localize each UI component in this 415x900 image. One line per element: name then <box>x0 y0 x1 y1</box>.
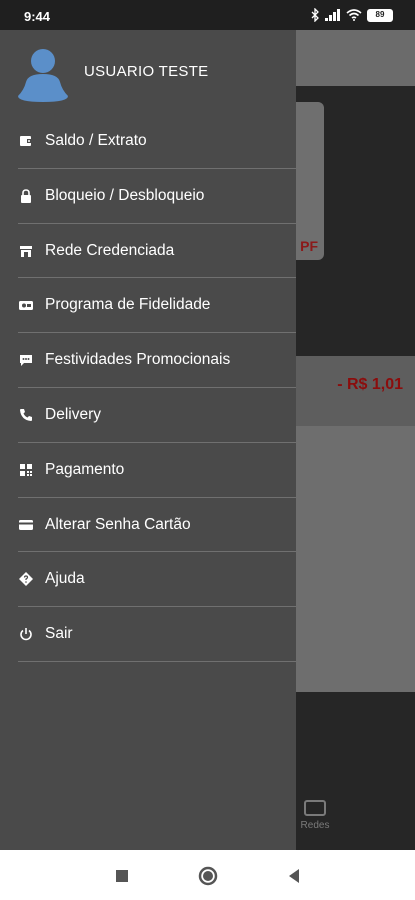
menu-item-rede-credenciada[interactable]: Rede Credenciada <box>18 224 296 279</box>
wallet-icon <box>20 136 32 146</box>
bluetooth-icon <box>311 8 319 22</box>
user-name: USUARIO TESTE <box>84 63 209 80</box>
navigation-drawer: USUARIO TESTE Saldo / Extrato Bloqueio /… <box>0 30 296 850</box>
loyalty-icon <box>19 301 33 311</box>
system-navigation-bar <box>0 850 415 900</box>
menu-item-label: Festividades Promocionais <box>45 351 231 369</box>
menu-item-label: Pagamento <box>45 460 125 478</box>
transaction-amount: - R$ 1,01 <box>337 376 403 393</box>
menu-item-label: Delivery <box>45 405 101 423</box>
phone-icon <box>20 408 32 421</box>
chat-bubble-icon <box>20 355 32 367</box>
status-bar: 9:44 89 <box>0 0 415 30</box>
home-button-icon[interactable] <box>196 864 220 888</box>
drawer-header: USUARIO TESTE <box>0 30 296 114</box>
status-icons: 89 <box>310 8 393 22</box>
menu-item-saldo-extrato[interactable]: Saldo / Extrato <box>18 114 296 169</box>
menu-item-ajuda[interactable]: Ajuda <box>18 552 296 608</box>
menu-item-programa-fidelidade[interactable]: Programa de Fidelidade <box>18 278 296 334</box>
menu-item-festividades-promocionais[interactable]: Festividades Promocionais <box>18 333 296 388</box>
menu-item-label: Alterar Senha Cartão <box>45 515 191 533</box>
store-icon <box>20 245 32 257</box>
drawer-menu: Saldo / Extrato Bloqueio / Desbloqueio R… <box>0 114 296 662</box>
recents-button-icon[interactable] <box>110 864 134 888</box>
lock-icon <box>21 188 31 203</box>
battery-icon: 89 <box>367 8 393 22</box>
menu-item-alterar-senha-cartao[interactable]: Alterar Senha Cartão <box>18 498 296 553</box>
tab-redes: Redes <box>295 800 335 831</box>
user-avatar-icon <box>18 49 68 102</box>
menu-item-bloqueio[interactable]: Bloqueio / Desbloqueio <box>18 169 296 224</box>
menu-item-pagamento[interactable]: Pagamento <box>18 443 296 498</box>
tab-redes-label: Redes <box>300 820 330 831</box>
menu-item-label: Saldo / Extrato <box>45 132 147 149</box>
menu-item-label: Programa de Fidelidade <box>45 296 211 314</box>
help-diamond-icon <box>19 572 33 587</box>
menu-item-label: Bloqueio / Desbloqueio <box>45 186 205 204</box>
card-icon <box>19 519 33 530</box>
signal-icon <box>325 9 340 21</box>
background-card-text: PF <box>300 238 318 254</box>
back-button-icon[interactable] <box>282 864 306 888</box>
wifi-icon <box>346 9 362 21</box>
power-icon <box>20 628 32 641</box>
qr-code-icon <box>20 463 32 476</box>
menu-item-label: Sair <box>45 625 73 643</box>
menu-item-sair[interactable]: Sair <box>18 607 296 662</box>
menu-item-label: Rede Credenciada <box>45 241 175 259</box>
status-time: 9:44 <box>24 9 51 24</box>
network-icon <box>304 800 326 816</box>
menu-item-label: Ajuda <box>45 570 85 588</box>
menu-item-delivery[interactable]: Delivery <box>18 388 296 443</box>
